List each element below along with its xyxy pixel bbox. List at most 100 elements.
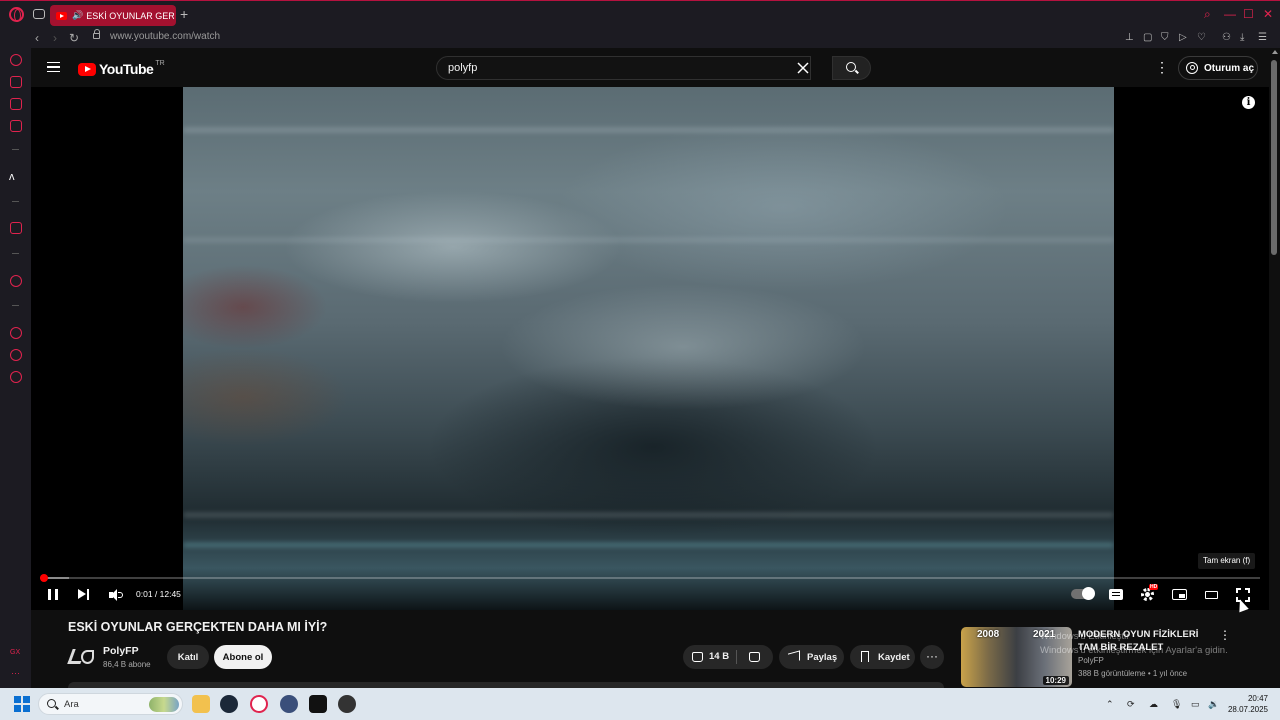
- speed-dial-icon[interactable]: [10, 54, 22, 66]
- subscribe-button[interactable]: Abone ol: [214, 645, 272, 669]
- pin-icon[interactable]: ⊥: [1125, 31, 1134, 45]
- windows-taskbar: Ara ⌃ ⟳ ☁ 🎙 ▭ 🔉 20:47 28.07.2025: [0, 688, 1280, 720]
- twitch-icon[interactable]: [10, 222, 22, 234]
- onedrive-icon[interactable]: ☁: [1149, 699, 1158, 710]
- thumbnail-year-left: 2008: [977, 629, 1000, 640]
- recommended-meta: 388 B görüntüleme • 1 yıl önce: [1078, 669, 1188, 678]
- steam-icon[interactable]: [220, 695, 238, 713]
- search-icon: [47, 699, 56, 708]
- microphone-icon[interactable]: 🎙: [1171, 699, 1182, 710]
- messenger-icon[interactable]: [10, 120, 22, 132]
- taskbar-search[interactable]: Ara: [38, 693, 183, 715]
- close-window-button[interactable]: ✕: [1263, 8, 1273, 20]
- url-field[interactable]: www.youtube.com/watch: [110, 31, 220, 42]
- youtube-wordmark: YouTube: [99, 61, 154, 77]
- network-icon[interactable]: ▭: [1191, 699, 1200, 710]
- share-button[interactable]: Paylaş: [779, 645, 844, 669]
- sidebar-divider: [12, 201, 19, 202]
- info-icon[interactable]: i: [1242, 96, 1255, 109]
- obs-icon[interactable]: [338, 695, 356, 713]
- minimize-button[interactable]: —: [1224, 8, 1236, 20]
- start-button[interactable]: [14, 696, 30, 712]
- opera-gx-icon[interactable]: [250, 695, 268, 713]
- menu-icon[interactable]: ☰: [1258, 31, 1267, 45]
- tray-overflow-icon[interactable]: ⌃: [1106, 699, 1114, 710]
- scroll-up-icon[interactable]: [1272, 50, 1278, 54]
- tab-islands-icon[interactable]: [33, 9, 45, 19]
- file-explorer-icon[interactable]: [192, 695, 210, 713]
- player-sidebar-icon[interactable]: [10, 275, 22, 287]
- subscriber-count: 86,4 B abone: [103, 660, 151, 669]
- search-icon: [846, 62, 856, 72]
- signin-button[interactable]: Oturum aç: [1178, 56, 1258, 80]
- video-frame[interactable]: [183, 87, 1114, 610]
- browser-tab-active[interactable]: 🔊 ESKİ OYUNLAR GERÇEKTEN DAHA MI İYİ?: [50, 5, 176, 26]
- reload-button[interactable]: ↻: [69, 31, 79, 45]
- browser-sidebar: ʌ GX ···: [0, 48, 31, 688]
- progress-bar[interactable]: [40, 574, 1260, 582]
- account-icon: [1186, 62, 1198, 74]
- search-tabs-icon[interactable]: ⌕: [1204, 8, 1211, 20]
- channel-avatar[interactable]: [68, 645, 94, 667]
- more-actions-button[interactable]: ···: [920, 645, 944, 669]
- pause-button[interactable]: [48, 589, 58, 600]
- video-player[interactable]: i Tam ekran (f) 0:01 / 12:45 HD: [31, 87, 1269, 613]
- profile-icon[interactable]: ⚇: [1222, 31, 1231, 45]
- watermark-line-1: Windows'u Etkinleştir: [1040, 631, 1130, 642]
- search-button[interactable]: [832, 56, 871, 80]
- opera-logo-icon[interactable]: [9, 7, 24, 22]
- guide-menu-icon[interactable]: [47, 62, 60, 72]
- hd-badge: HD: [1149, 584, 1159, 590]
- video-blur-streak: [183, 127, 1114, 133]
- gx-label[interactable]: GX: [10, 649, 20, 656]
- gx-corner-icon[interactable]: [10, 76, 22, 88]
- volume-button[interactable]: [109, 589, 123, 601]
- youtube-favicon-icon: [56, 11, 67, 20]
- forward-button[interactable]: ›: [53, 31, 57, 45]
- extensions-icon[interactable]: [10, 349, 22, 361]
- settings-icon[interactable]: [10, 371, 22, 383]
- miniplayer-button[interactable]: [1172, 589, 1187, 600]
- watermark-line-2: Windows'u etkinleştirmek için Ayarlar'a …: [1040, 645, 1228, 656]
- capcut-icon[interactable]: [309, 695, 327, 713]
- sidebar-divider: [12, 305, 19, 306]
- page-scrollbar[interactable]: [1269, 48, 1280, 688]
- next-button[interactable]: [78, 589, 90, 600]
- lock-icon[interactable]: [93, 29, 100, 39]
- scrollbar-thumb[interactable]: [1271, 60, 1277, 255]
- scrubber-handle[interactable]: [40, 574, 48, 582]
- youtube-masthead: YouTube TR ⋮ Oturum aç: [31, 48, 1269, 87]
- dislike-icon[interactable]: [749, 652, 760, 662]
- join-button[interactable]: Katıl: [167, 645, 209, 669]
- sidebar-more-icon[interactable]: ···: [11, 668, 20, 678]
- youtube-logo[interactable]: YouTube TR: [78, 60, 165, 77]
- like-icon[interactable]: [692, 652, 703, 662]
- player-icon[interactable]: ▷: [1179, 31, 1187, 45]
- maximize-button[interactable]: ☐: [1243, 8, 1254, 20]
- history-icon[interactable]: [10, 327, 22, 339]
- channel-name[interactable]: PolyFP: [103, 645, 139, 657]
- new-tab-button[interactable]: +: [180, 7, 188, 21]
- app-icon[interactable]: ʌ: [9, 171, 15, 183]
- taskbar-clock[interactable]: 20:47 28.07.2025: [1226, 693, 1268, 715]
- gx-control-icon[interactable]: [10, 98, 22, 110]
- clear-search-icon[interactable]: [796, 61, 810, 75]
- settings-more-icon[interactable]: ⋮: [1155, 60, 1169, 74]
- subtitles-button[interactable]: [1109, 589, 1123, 600]
- autoplay-toggle[interactable]: [1071, 587, 1095, 600]
- download-icon[interactable]: ⤓: [1240, 31, 1244, 45]
- address-bar: ‹ › ↻ www.youtube.com/watch ⊥ ▢ ⛉ ▷ ♡ ⚇ …: [0, 28, 1280, 48]
- search-input[interactable]: [437, 57, 810, 79]
- tab-audio-icon[interactable]: 🔊: [72, 10, 83, 21]
- app-icon[interactable]: [280, 695, 298, 713]
- sync-icon[interactable]: ⟳: [1127, 699, 1135, 710]
- heart-icon[interactable]: ♡: [1197, 31, 1206, 45]
- theater-mode-button[interactable]: [1205, 591, 1218, 599]
- like-count[interactable]: 14 B: [709, 651, 729, 662]
- save-button[interactable]: Kaydet: [850, 645, 915, 669]
- snapshot-icon[interactable]: ▢: [1143, 31, 1152, 45]
- back-button[interactable]: ‹: [35, 31, 39, 45]
- speaker-icon[interactable]: 🔉: [1208, 699, 1219, 710]
- vpn-icon[interactable]: ⛉: [1161, 31, 1169, 45]
- signin-label: Oturum aç: [1204, 62, 1255, 74]
